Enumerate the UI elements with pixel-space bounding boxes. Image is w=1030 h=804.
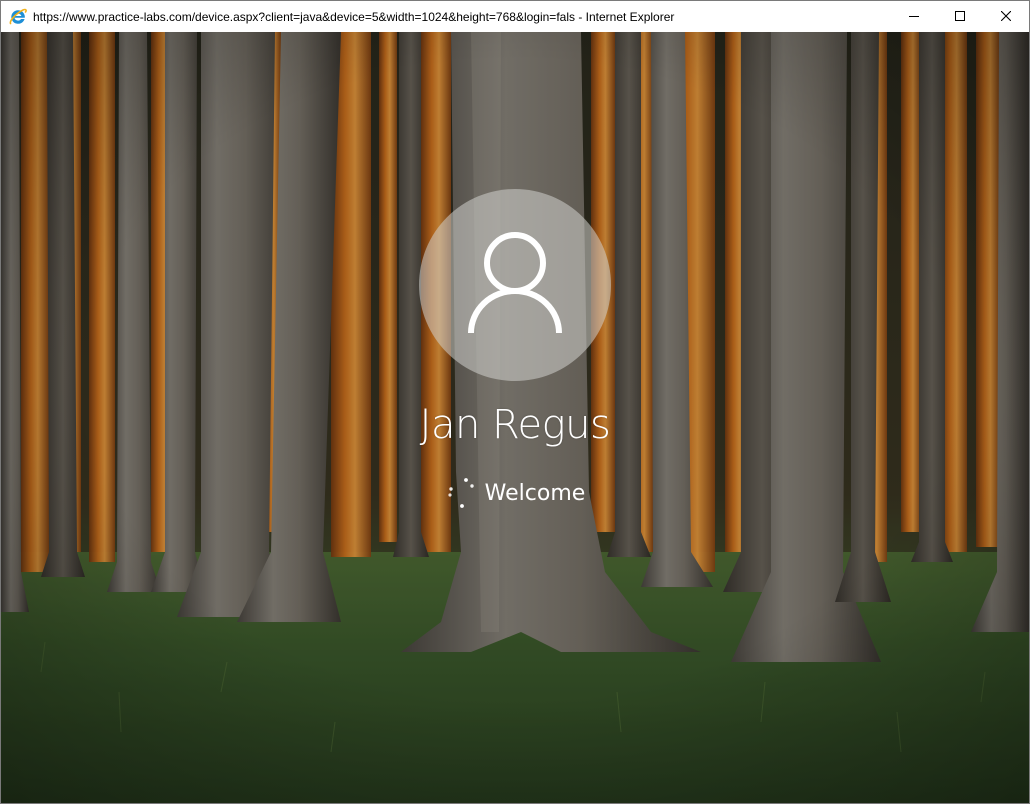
minimize-button[interactable] (891, 1, 937, 32)
status-text: Welcome (484, 480, 586, 506)
maximize-button[interactable] (937, 1, 983, 32)
internet-explorer-icon (9, 8, 27, 26)
minimize-icon (909, 8, 919, 26)
window-controls (891, 1, 1029, 32)
loading-spinner-icon (445, 477, 477, 509)
window-title: https://www.practice-labs.com/device.asp… (33, 9, 675, 24)
sign-in-status: Welcome (1, 477, 1029, 509)
title-bar[interactable]: https://www.practice-labs.com/device.asp… (1, 1, 1029, 32)
user-name: Jan Regus (419, 402, 611, 448)
remote-desktop-view[interactable]: Jan Regus Welcome (1, 32, 1029, 803)
browser-window: https://www.practice-labs.com/device.asp… (0, 0, 1030, 804)
user-avatar-icon (465, 229, 565, 342)
user-avatar (419, 189, 611, 381)
maximize-icon (955, 8, 965, 26)
close-icon (1000, 8, 1012, 26)
close-button[interactable] (983, 1, 1029, 32)
